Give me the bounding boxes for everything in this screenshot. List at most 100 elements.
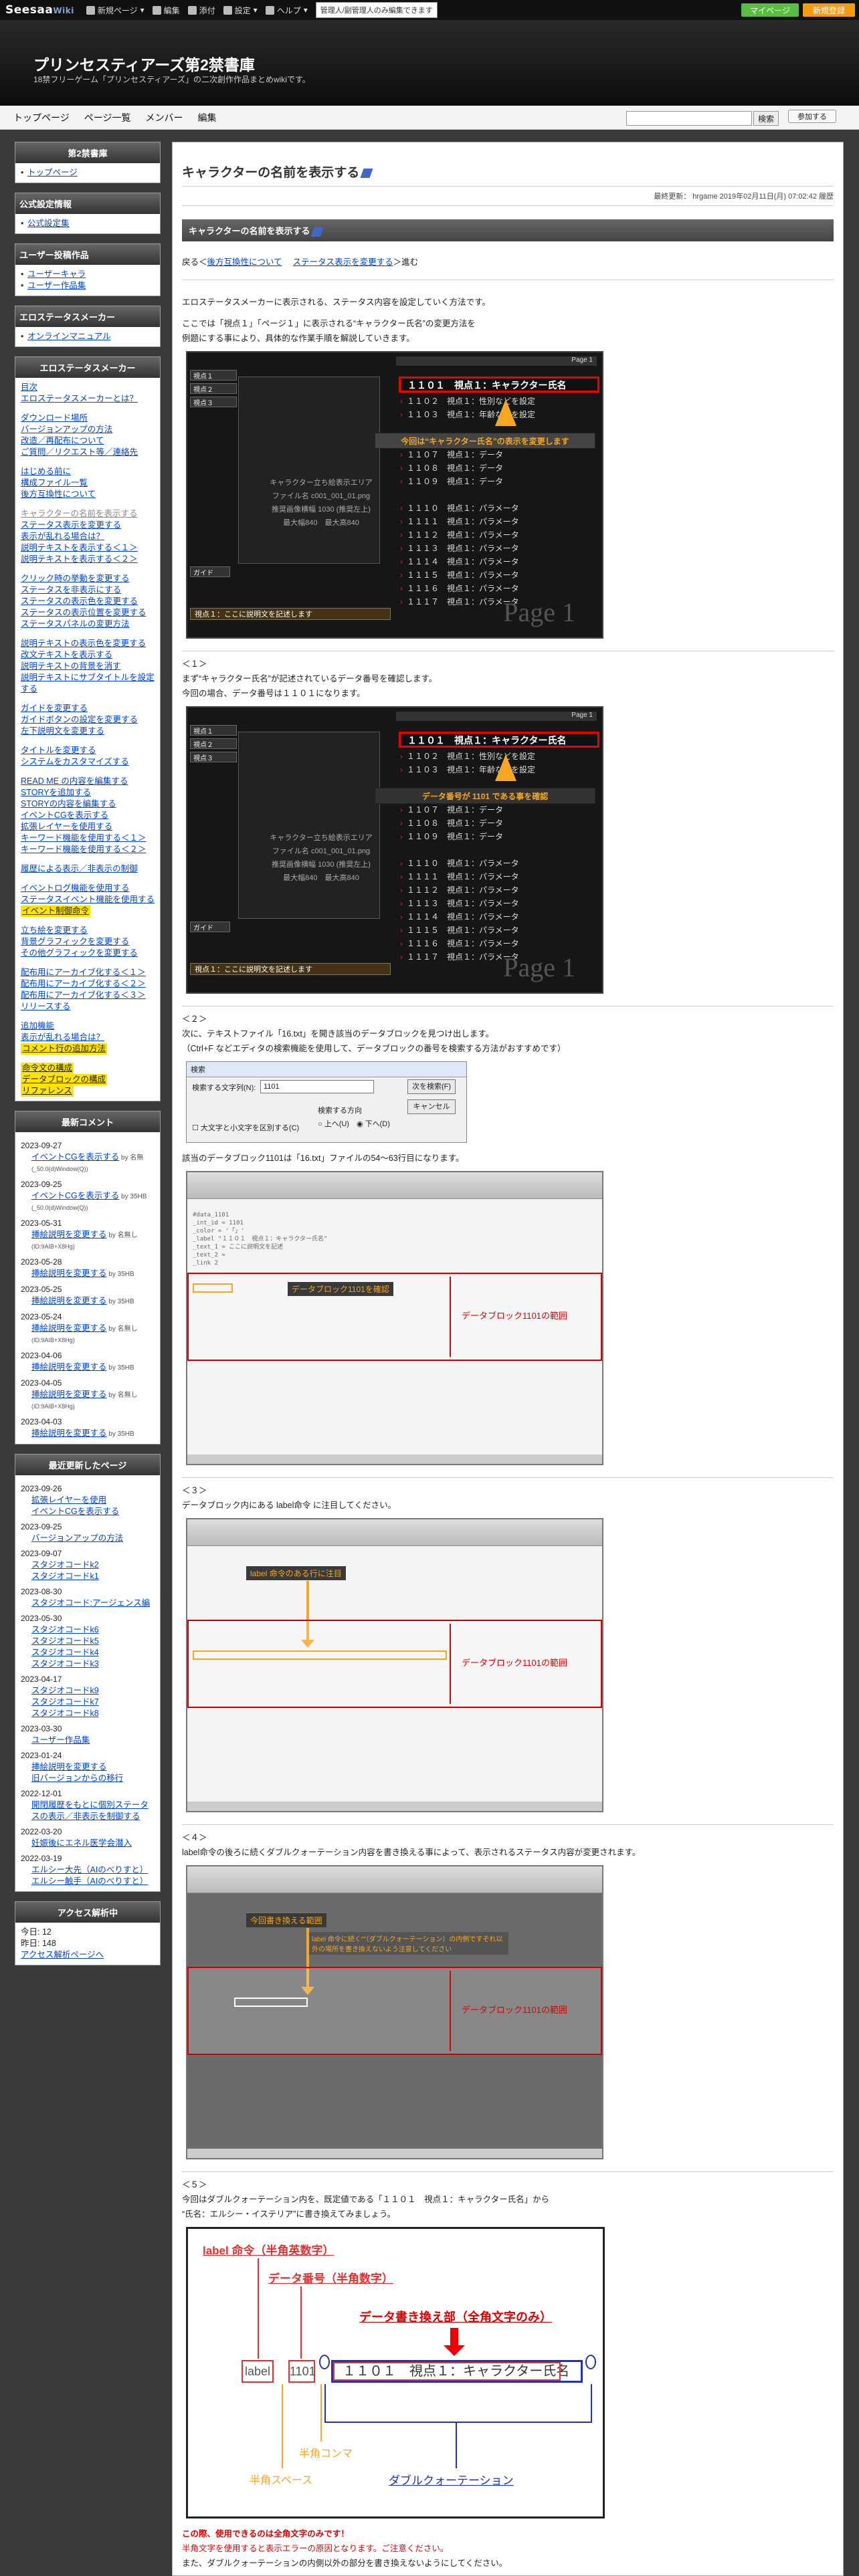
comment-page-link[interactable]: 挿絵説明を変更する	[31, 1428, 107, 1438]
sidebar-toc-link[interactable]: ステータスイベント機能を使用する	[21, 895, 155, 904]
sidebar-toc-link[interactable]: ステータスの表示位置を変更する	[21, 608, 147, 617]
sidebar-toc-link[interactable]: 配布用にアーカイブ化する＜１＞	[21, 968, 146, 977]
sidebar-toc-link[interactable]: その他グラフィックを変更する	[21, 948, 138, 958]
pencil-icon[interactable]	[310, 227, 324, 237]
sidebar-toc-link[interactable]: タイトルを変更する	[21, 746, 96, 755]
comment-page-link[interactable]: 挿絵説明を変更する	[31, 1230, 107, 1239]
comment-page-link[interactable]: 挿絵説明を変更する	[31, 1269, 107, 1278]
sidebar-toc-link[interactable]: 説明テキストの背景を消す	[21, 661, 121, 671]
nav-top-page[interactable]: トップページ	[13, 111, 70, 124]
sidebar-toc-link[interactable]: リリースする	[21, 1002, 70, 1011]
comment-page-link[interactable]: 挿絵説明を変更する	[31, 1362, 107, 1372]
prev-page-link[interactable]: 後方互換性について	[207, 257, 282, 267]
access-link[interactable]: アクセス解析ページへ	[21, 1950, 104, 1959]
recent-page-link[interactable]: 妊娠後にエネル医学会潜入	[31, 1838, 132, 1848]
sidebar-toc-link[interactable]: 履歴による表示／非表示の制御	[21, 864, 138, 873]
sidebar-toc-link[interactable]: 説明テキストを表示する＜１＞	[21, 543, 138, 552]
nav-members[interactable]: メンバー	[145, 111, 183, 124]
direction-radio[interactable]: ○ 上へ(U) ◉ 下へ(D)	[318, 1118, 390, 1129]
recent-page-link[interactable]: スタジオコードk9	[31, 1686, 99, 1695]
sidebar-toc-link[interactable]: データブロックの構成	[21, 1074, 108, 1085]
sidebar-toc-link[interactable]: キーワード機能を使用する＜２＞	[21, 845, 147, 854]
sidebar-toc-link[interactable]: STORYを追加する	[21, 788, 91, 797]
sidebar-toc-link[interactable]: キーワード機能を使用する＜１＞	[21, 833, 147, 843]
attach-menu[interactable]: 添付	[187, 5, 215, 16]
nav-edit[interactable]: 編集	[197, 111, 216, 124]
sidebar-toc-link[interactable]: STORYの内容を編集する	[21, 799, 116, 809]
edit-menu[interactable]: 編集	[152, 5, 180, 16]
join-button[interactable]: 参加する	[788, 110, 836, 123]
recent-page-link[interactable]: 拡張レイヤーを使用	[31, 1495, 106, 1505]
recent-page-link[interactable]: バージョンアップの方法	[31, 1533, 123, 1543]
sidebar-toc-link[interactable]: ダウンロード場所	[21, 413, 88, 423]
sidebar-toc-link[interactable]: イベントCGを表示する	[21, 811, 108, 820]
case-checkbox[interactable]: ☐ 大文字と小文字を区別する(C)	[192, 1122, 299, 1133]
recent-page-link[interactable]: 旧バージョンからの移行	[31, 1774, 123, 1783]
sidebar-toc-link[interactable]: ガイドボタンの設定を変更する	[21, 715, 138, 724]
sidebar-toc-link[interactable]: 目次	[21, 383, 37, 392]
help-menu[interactable]: ヘルプ ▾	[265, 5, 308, 16]
recent-page-link[interactable]: スタジオコードk1	[31, 1572, 99, 1581]
sidebar-toc-link[interactable]: エロステータスメーカーとは？	[21, 394, 138, 403]
sidebar-toc-link[interactable]: 立ち絵を変更する	[21, 926, 88, 935]
site-logo[interactable]: SeesaaWiki	[5, 3, 74, 17]
recent-page-link[interactable]: スタジオコードk2	[31, 1560, 99, 1570]
find-input[interactable]: 1101	[260, 1080, 374, 1093]
comment-page-link[interactable]: 挿絵説明を変更する	[31, 1323, 107, 1333]
sidebar-toc-link[interactable]: イベント制御命令	[21, 905, 91, 917]
sidebar-toc-link[interactable]: 改文テキストを表示する	[21, 650, 112, 659]
recent-page-link[interactable]: 開閉履歴をもとに個別ステータスの表示／非表示を制御する	[31, 1800, 149, 1821]
sidebar-toc-link[interactable]: ガイドを変更する	[21, 704, 88, 713]
sidebar-link[interactable]: ユーザー作品集	[27, 281, 86, 290]
sidebar-toc-link[interactable]: 表示が乱れる場合は？	[21, 532, 104, 541]
sidebar-toc-link[interactable]: ご質問／リクエスト等／連絡先	[21, 447, 138, 457]
sidebar-toc-link[interactable]: システムをカスタマイズする	[21, 757, 129, 766]
sidebar-toc-link[interactable]: 説明テキストの表示色を変更する	[21, 639, 146, 648]
site-title[interactable]: プリンセスティアーズ第2禁書庫	[33, 52, 255, 75]
recent-page-link[interactable]: エルシー触手（AIのべりすと）	[31, 1876, 148, 1886]
next-page-link[interactable]: ステータス表示を変更する	[293, 257, 393, 267]
recent-page-link[interactable]: スタジオコードk5	[31, 1636, 99, 1646]
comment-page-link[interactable]: イベントCGを表示する	[31, 1152, 119, 1162]
search-button[interactable]: 検索	[753, 111, 779, 126]
find-next-button[interactable]: 次を検索(F)	[407, 1079, 456, 1094]
signup-button[interactable]: 新規登録	[803, 3, 855, 17]
sidebar-toc-link[interactable]: キャラクターの名前を表示する	[21, 509, 138, 518]
sidebar-toc-link[interactable]: READ ME の内容を編集する	[21, 776, 128, 786]
recent-page-link[interactable]: エルシー大先（AIのべりすと）	[31, 1865, 148, 1874]
search-input[interactable]	[626, 111, 752, 126]
sidebar-toc-link[interactable]: 後方互換性について	[21, 490, 96, 499]
sidebar-link[interactable]: オンラインマニュアル	[27, 332, 111, 341]
sidebar-toc-link[interactable]: 表示が乱れる場合は？	[21, 1033, 104, 1042]
sidebar-toc-link[interactable]: ステータスパネルの変更方法	[21, 619, 130, 629]
sidebar-toc-link[interactable]: イベントログ機能を使用する	[21, 883, 130, 893]
sidebar-toc-link[interactable]: 配布用にアーカイブ化する＜３＞	[21, 990, 146, 1000]
recent-page-link[interactable]: 挿絵説明を変更する	[31, 1762, 107, 1772]
sidebar-link[interactable]: ユーザーキャラ	[27, 270, 86, 279]
sidebar-toc-link[interactable]: 説明テキストを表示する＜２＞	[21, 554, 138, 564]
sidebar-toc-link[interactable]: コメント行の追加方法	[21, 1043, 108, 1055]
recent-page-link[interactable]: スタジオコードk3	[31, 1659, 99, 1669]
sidebar-toc-link[interactable]: 配布用にアーカイブ化する＜２＞	[21, 979, 146, 988]
sidebar-toc-link[interactable]: バージョンアップの方法	[21, 425, 112, 434]
sidebar-toc-link[interactable]: 命令文の構成	[21, 1063, 74, 1074]
sidebar-toc-link[interactable]: 説明テキストにサブタイトルを設定する	[21, 673, 155, 693]
sidebar-toc-link[interactable]: 左下説明文を変更する	[21, 726, 104, 736]
sidebar-toc-link[interactable]: クリック時の挙動を変更する	[21, 574, 130, 583]
sidebar-toc-link[interactable]: 背景グラフィックを変更する	[21, 937, 129, 946]
settings-menu[interactable]: 設定 ▾	[223, 5, 258, 16]
sidebar-toc-link[interactable]: 拡張レイヤーを使用する	[21, 822, 112, 831]
recent-page-link[interactable]: ユーザー作品集	[31, 1735, 90, 1745]
sidebar-toc-link[interactable]: ステータス表示を変更する	[21, 520, 121, 530]
recent-page-link[interactable]: スタジオコード:アージェンス編	[31, 1598, 150, 1608]
new-page-menu[interactable]: 新規ページ ▾	[86, 5, 145, 16]
comment-page-link[interactable]: 挿絵説明を変更する	[31, 1390, 107, 1399]
comment-page-link[interactable]: イベントCGを表示する	[31, 1191, 119, 1200]
sidebar-toc-link[interactable]: 追加機能	[21, 1021, 54, 1031]
sidebar-toc-link[interactable]: 構成ファイル一覧	[21, 478, 88, 488]
cancel-button[interactable]: キャンセル	[407, 1099, 456, 1114]
pencil-icon[interactable]	[360, 168, 373, 178]
sidebar-toc-link[interactable]: ステータスを非表示にする	[21, 585, 121, 595]
recent-page-link[interactable]: スタジオコードk6	[31, 1625, 99, 1634]
sidebar-link[interactable]: トップページ	[27, 168, 78, 177]
